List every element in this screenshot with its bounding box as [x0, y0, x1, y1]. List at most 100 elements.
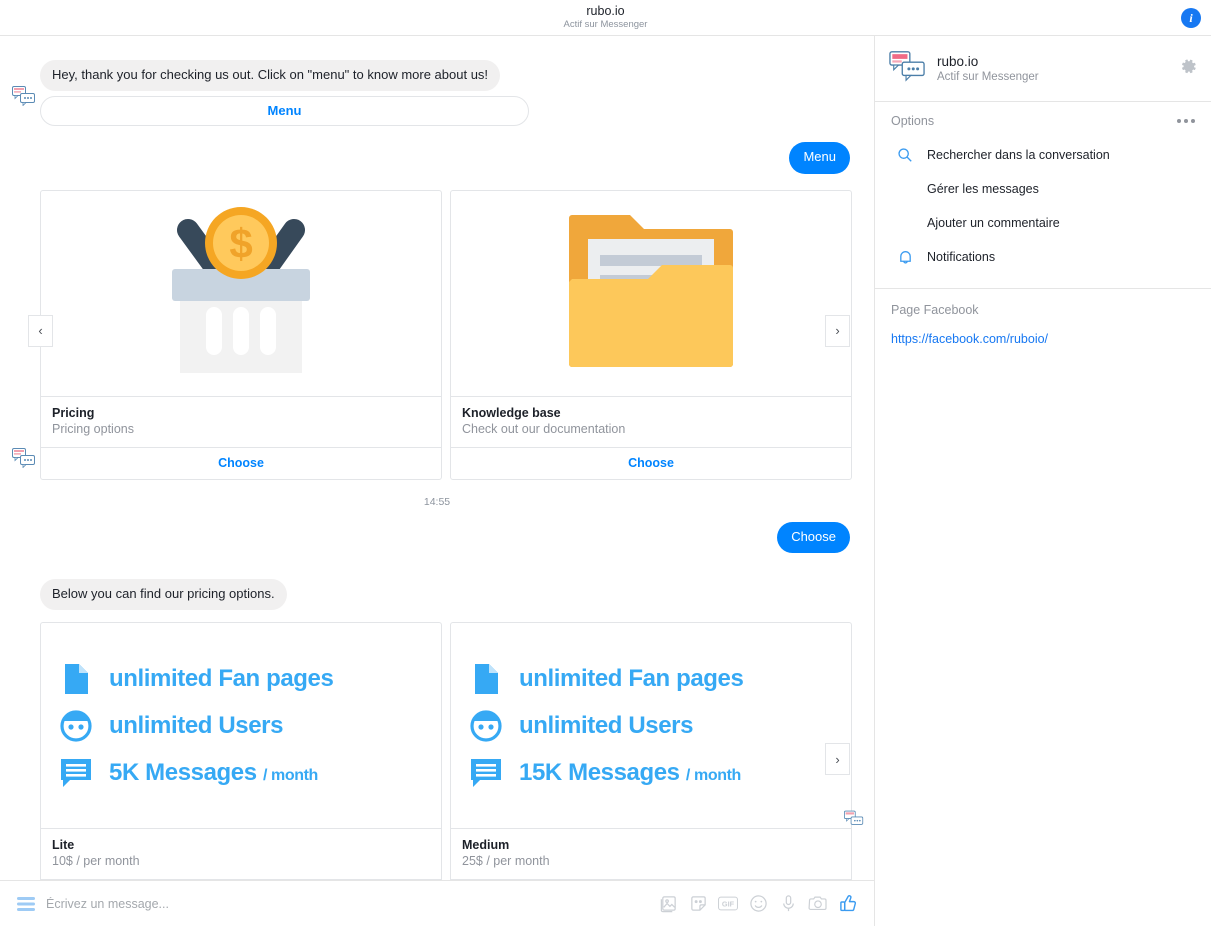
card-details-button[interactable]: Details	[41, 879, 441, 880]
sidebar-facebook-page-section: Page Facebook https://facebook.com/ruboi…	[875, 289, 1211, 360]
svg-text:GIF: GIF	[722, 900, 735, 909]
feature-row: unlimited Users	[59, 708, 423, 744]
chat-lines-icon	[59, 755, 93, 791]
feature-main: 5K Messages	[109, 758, 257, 786]
message-row-user-choose: Choose	[0, 521, 874, 553]
card-subtitle: Pricing options	[52, 421, 134, 436]
bell-icon	[895, 247, 915, 267]
feature-suffix: / month	[262, 766, 318, 784]
document-icon	[59, 661, 93, 697]
conversation-column: Hey, thank you for checking us out. Clic…	[0, 36, 875, 926]
sidebar-item-label: Rechercher dans la conversation	[927, 148, 1110, 162]
sidebar-item-add-comment[interactable]: Ajouter un commentaire	[891, 206, 1195, 240]
feature-text: unlimited Users	[109, 711, 284, 739]
bot-message-pricing-intro: Below you can find our pricing options.	[40, 578, 287, 610]
emoji-icon[interactable]	[748, 894, 768, 914]
sticker-icon[interactable]	[688, 894, 708, 914]
card-details-button[interactable]: Details	[451, 879, 851, 880]
avatar	[889, 50, 925, 87]
feature-main: 15K Messages	[519, 758, 680, 786]
message-row-pricing-intro: Below you can find our pricing options.	[0, 578, 874, 610]
document-icon	[469, 661, 503, 697]
sidebar-profile-header: rubo.io Actif sur Messenger	[875, 36, 1211, 102]
pricing-features: unlimited Fan pages unlimited Users	[451, 623, 851, 828]
carousel-card[interactable]: Knowledge base Check out our documentati…	[450, 189, 852, 480]
card-body: Medium 25$ / per month	[451, 828, 851, 879]
card-body: Pricing Pricing options	[41, 395, 441, 447]
sidebar-item-search-conversation[interactable]: Rechercher dans la conversation	[891, 138, 1195, 172]
card-title: Pricing	[52, 405, 95, 420]
feature-row: unlimited Fan pages	[59, 661, 423, 697]
hamburger-menu-icon[interactable]	[16, 894, 36, 914]
camera-icon[interactable]	[808, 894, 828, 914]
sidebar-options-header: Options	[891, 114, 1195, 128]
blank-icon	[895, 213, 915, 233]
composer-icon-bar: GIF	[658, 894, 858, 914]
info-icon[interactable]: i	[1181, 8, 1201, 28]
feature-list: unlimited Fan pages unlimited Users	[41, 650, 441, 802]
page-title: rubo.io	[586, 4, 625, 19]
card-title: Medium	[462, 838, 510, 852]
feature-text: unlimited Users	[519, 711, 694, 739]
bot-avatar-icon	[12, 447, 36, 468]
details-sidebar: rubo.io Actif sur Messenger Options Rech…	[875, 36, 1211, 926]
pricing-card[interactable]: unlimited Fan pages unlimited Users	[40, 622, 442, 880]
more-horizontal-icon[interactable]	[1177, 119, 1195, 123]
user-message-choose: Choose	[777, 521, 850, 553]
bot-avatar-icon	[12, 86, 36, 107]
messenger-app: rubo.io Actif sur Messenger i Hey, thank…	[0, 0, 1211, 926]
top-bar: rubo.io Actif sur Messenger i	[0, 0, 1211, 36]
top-bar-title-group: rubo.io Actif sur Messenger	[564, 5, 648, 29]
body: Hey, thank you for checking us out. Clic…	[0, 36, 1211, 926]
photo-icon[interactable]	[658, 894, 678, 914]
message-row-user-menu: Menu	[0, 142, 874, 174]
basket-coin-illustration: $	[41, 191, 441, 396]
message-composer: GIF	[0, 880, 874, 926]
sidebar-item-label: Notifications	[927, 250, 996, 264]
message-input[interactable]	[46, 896, 648, 911]
gear-icon[interactable]	[1180, 58, 1197, 80]
pricing-card[interactable]: unlimited Fan pages unlimited Users	[450, 622, 852, 880]
message-thread[interactable]: Hey, thank you for checking us out. Clic…	[0, 36, 874, 880]
page-status: Actif sur Messenger	[563, 18, 648, 30]
chat-lines-icon	[469, 755, 503, 791]
sidebar-item-manage-messages[interactable]: Gérer les messages	[891, 172, 1195, 206]
sidebar-options-section: Options Rechercher dans la conversation …	[875, 102, 1211, 289]
feature-row: unlimited Users	[469, 708, 833, 744]
carousel-cards: unlimited Fan pages unlimited Users 5K M…	[40, 622, 874, 880]
bot-message-text: Hey, thank you for checking us out. Clic…	[40, 60, 501, 92]
sidebar-item-notifications[interactable]: Notifications	[891, 240, 1195, 274]
folder-document-illustration	[451, 191, 851, 396]
thumbs-up-icon[interactable]	[838, 894, 858, 914]
card-title: Lite	[52, 838, 75, 852]
menu-carousel: ‹ › $ Pricing Pricing options Choose Kno…	[0, 189, 874, 480]
feature-row: unlimited Fan pages	[469, 661, 833, 697]
carousel-next-button[interactable]: ›	[825, 314, 850, 347]
carousel-card[interactable]: $ Pricing Pricing options Choose	[40, 189, 442, 480]
carousel-cards: $ Pricing Pricing options Choose Knowled…	[40, 189, 874, 480]
carousel-next-button[interactable]: ›	[825, 743, 850, 775]
microphone-icon[interactable]	[778, 894, 798, 914]
carousel-prev-button[interactable]: ‹	[28, 314, 53, 347]
blank-icon	[895, 179, 915, 199]
facebook-page-link[interactable]: https://facebook.com/ruboio/	[891, 332, 1195, 346]
feature-row: 15K Messages / month	[469, 755, 833, 791]
feature-suffix: / month	[685, 766, 741, 784]
sidebar-profile-status: Actif sur Messenger	[937, 71, 1039, 83]
sidebar-profile-text: rubo.io Actif sur Messenger	[937, 54, 1039, 83]
pricing-features: unlimited Fan pages unlimited Users	[41, 623, 441, 828]
user-face-icon	[469, 708, 503, 744]
card-body: Lite 10$ / per month	[41, 828, 441, 879]
gif-icon[interactable]: GIF	[718, 894, 738, 914]
feature-text: 5K Messages / month	[109, 759, 318, 787]
svg-text:$: $	[229, 220, 252, 267]
feature-list: unlimited Fan pages unlimited Users	[451, 650, 851, 802]
card-body: Knowledge base Check out our documentati…	[451, 395, 851, 447]
feature-text: unlimited Fan pages	[519, 664, 744, 692]
card-choose-button[interactable]: Choose	[451, 446, 851, 479]
card-choose-button[interactable]: Choose	[41, 446, 441, 479]
seen-avatar-icon	[844, 810, 864, 828]
sidebar-item-label: Ajouter un commentaire	[927, 216, 1060, 230]
quick-reply-menu-button[interactable]: Menu	[40, 96, 529, 127]
feature-row: 5K Messages / month	[59, 755, 423, 791]
